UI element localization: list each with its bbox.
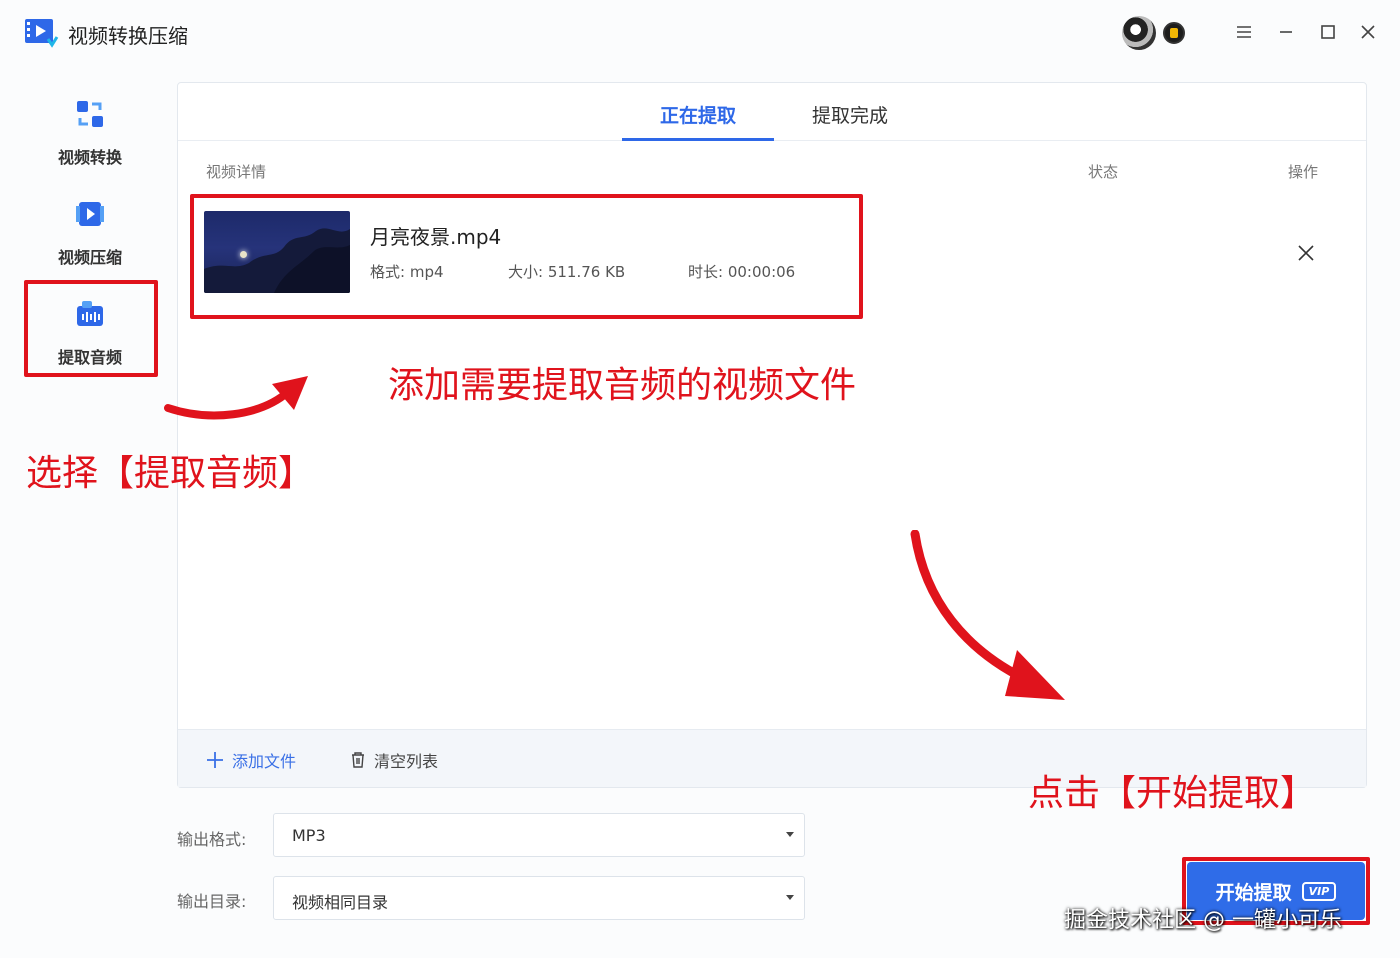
video-thumbnail bbox=[204, 211, 350, 293]
sidebar-item-video-convert[interactable]: 视频转换 bbox=[24, 88, 156, 184]
column-header-action: 操作 bbox=[1288, 163, 1319, 181]
add-file-button[interactable]: 添加文件 bbox=[206, 748, 296, 772]
close-icon[interactable] bbox=[1354, 18, 1382, 46]
add-file-label: 添加文件 bbox=[232, 752, 297, 771]
tab-bar: 正在提取 提取完成 bbox=[178, 83, 1366, 141]
plus-icon bbox=[207, 752, 223, 768]
annotation-click-start: 点击【开始提取】 bbox=[1028, 773, 1317, 814]
annotation-add-video: 添加需要提取音频的视频文件 bbox=[388, 365, 857, 406]
sidebar-item-label: 提取音频 bbox=[57, 348, 122, 367]
sidebar-item-video-compress[interactable]: 视频压缩 bbox=[24, 188, 156, 284]
output-dir-value: 视频相同目录 bbox=[292, 893, 389, 912]
format-meta: 格式: mp4 bbox=[370, 261, 444, 282]
duration-meta: 时长: 00:00:06 bbox=[688, 261, 795, 282]
title-bar: 视频转换压缩 bbox=[0, 0, 1400, 64]
minimize-icon[interactable] bbox=[1272, 18, 1300, 46]
column-header-status: 状态 bbox=[1088, 163, 1119, 181]
sidebar-item-extract-audio[interactable]: 提取音频 bbox=[24, 288, 156, 384]
output-dir-select[interactable]: 视频相同目录 bbox=[273, 876, 805, 920]
sidebar-item-label: 视频转换 bbox=[57, 148, 122, 167]
size-value: 511.76 KB bbox=[547, 263, 626, 281]
sidebar-item-label: 视频压缩 bbox=[57, 248, 122, 267]
size-meta: 大小: 511.76 KB bbox=[508, 261, 625, 282]
clear-list-button[interactable]: 清空列表 bbox=[350, 748, 438, 772]
format-label: 格式: bbox=[370, 263, 406, 281]
clear-list-label: 清空列表 bbox=[374, 752, 439, 771]
vip-tag: VIP bbox=[1301, 881, 1337, 901]
user-avatar[interactable] bbox=[1122, 16, 1156, 50]
tab-completed[interactable]: 提取完成 bbox=[790, 101, 910, 141]
maximize-icon[interactable] bbox=[1314, 18, 1342, 46]
file-row[interactable]: 月亮夜景.mp4 格式: mp4 大小: 511.76 KB 时长: 00:00… bbox=[204, 211, 854, 297]
moon-icon bbox=[240, 251, 247, 258]
annotation-select-extract: 选择【提取音频】 bbox=[26, 453, 315, 494]
duration-label: 时长: bbox=[688, 263, 724, 281]
tab-extracting[interactable]: 正在提取 bbox=[622, 101, 774, 141]
size-label: 大小: bbox=[508, 263, 544, 281]
remove-file-icon[interactable] bbox=[1294, 241, 1318, 265]
convert-icon bbox=[74, 98, 106, 130]
arrow-down-icon bbox=[910, 530, 1065, 700]
output-format-select[interactable]: MP3 bbox=[273, 813, 805, 857]
output-dir-label: 输出目录: bbox=[177, 892, 247, 911]
app-logo-icon bbox=[24, 17, 60, 49]
output-format-label: 输出格式: bbox=[177, 830, 247, 849]
chevron-down-icon bbox=[786, 832, 794, 837]
compress-icon bbox=[74, 198, 106, 230]
start-extract-label: 开始提取 bbox=[1215, 881, 1292, 904]
duration-value: 00:00:06 bbox=[727, 263, 796, 281]
main-panel: 正在提取 提取完成 视频详情 状态 操作 月亮夜景.mp4 格式: mp4 大小… bbox=[177, 82, 1367, 788]
vip-badge-icon[interactable] bbox=[1163, 22, 1185, 44]
column-header-details: 视频详情 bbox=[206, 163, 267, 181]
menu-icon[interactable] bbox=[1230, 18, 1258, 46]
app-title: 视频转换压缩 bbox=[68, 24, 188, 48]
audio-extract-icon bbox=[74, 298, 106, 330]
trash-icon bbox=[352, 752, 364, 768]
arrow-right-icon bbox=[164, 376, 308, 420]
output-format-value: MP3 bbox=[292, 826, 326, 845]
watermark: 掘金技术社区 @ 一罐小可乐 bbox=[1064, 908, 1342, 933]
chevron-down-icon bbox=[786, 895, 794, 900]
format-value: mp4 bbox=[409, 263, 444, 281]
file-name: 月亮夜景.mp4 bbox=[370, 225, 502, 249]
